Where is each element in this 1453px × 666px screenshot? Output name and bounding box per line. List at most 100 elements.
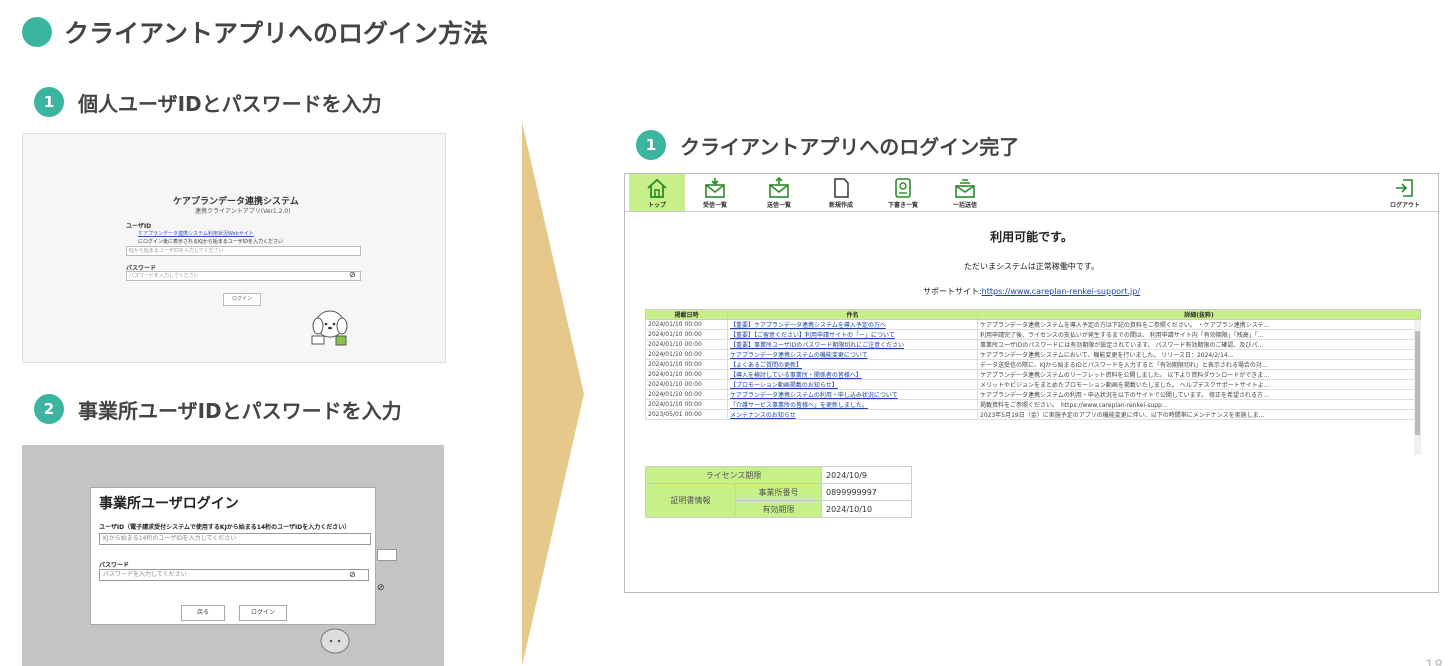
back-button[interactable]: 戻る [181,605,225,621]
userid-label: ユーザID [126,223,152,230]
news-subject-link[interactable]: 【重要】【ご留意ください】利用申請サイトの「ー」について [727,329,978,340]
license-table: ライセンス期限 2024/10/9 証明書情報 事業所番号 0899999997… [645,466,912,518]
toolbar-drafts-button[interactable]: 下書き一覧 [875,174,931,211]
toolbar-inbox-button[interactable]: 受信一覧 [687,174,743,211]
bulk-send-icon [955,179,975,198]
news-table: 掲載日時 件名 詳細(抜粋) 2024/01/10 00:00 【重要】ケアプラン… [645,309,1421,420]
office-login-screenshot: ⊘ 事業所ユーザログイン ユーザID（電子請求受付システムで使用するKJから始ま… [22,445,444,666]
userid-note: にログイン後に表示されるKJから始まるユーザIDを入力ください [138,239,283,245]
toolbar-label: ログアウト [1389,202,1420,209]
page-title-row: クライアントアプリへのログイン方法 [22,14,488,50]
news-row: 2024/01/10 00:00 【重要】【ご留意ください】利用申請サイトの「ー」… [645,329,1421,340]
news-detail: 掲載資料をご参照ください。 https://www.careplan-renke… [977,399,1421,410]
news-subject-link[interactable]: 【重要】ケアプランデータ連携システムを導入予定の方へ [727,319,978,330]
expiry-value: 2024/10/10 [821,500,912,518]
toolbar-label: 送信一覧 [766,202,791,209]
news-detail: メリットやビジョンをまとめたプロモーション動画を掲載いたしました。 ヘルプデスク… [977,379,1421,390]
step-text: クライアントアプリへのログイン完了 [680,134,1020,159]
license-row: ライセンス期限 2024/10/9 [645,466,912,484]
news-row: 2024/01/10 00:00 【重要】ケアプランデータ連携システムを導入予定の… [645,319,1421,330]
news-date: 2024/01/10 00:00 [645,399,728,410]
toolbar-label: 新規作成 [828,202,853,209]
news-date: 2024/01/10 00:00 [645,339,728,350]
toolbar-label: 受信一覧 [702,202,727,209]
news-subject-link[interactable]: 【重要】事業所ユーザIDのパスワード期限切れにご注意ください [727,339,978,350]
toolbar-new-button[interactable]: 新規作成 [813,174,869,211]
step-text: 事業所ユーザIDとパスワードを入力 [78,398,402,423]
news-row: 2023/05/01 00:00 メンテナンスのお知らせ 2023年5月19日（金）… [645,409,1421,420]
step-number: 2 [34,394,64,424]
column-header: 件名 [727,309,978,320]
license-label: ライセンス期限 [645,466,822,484]
userid-input[interactable]: KJから始まる14桁のユーザIDを入力してください [99,533,371,545]
news-detail: データ送受信の際に、KJから始まるIDとパスワードを入力すると「有効期限切れ」と… [977,359,1421,370]
new-document-icon [834,178,849,198]
mascot-dog-icon [320,628,350,654]
toolbar-top-button[interactable]: トップ [629,174,685,211]
news-row: 2024/01/10 00:00 【重要】事業所ユーザIDのパスワード期限切れにご… [645,339,1421,350]
inbox-icon [705,178,725,198]
column-header: 掲載日時 [645,309,728,320]
news-detail: 2023年5月19日（金）に実施予定のアプリの機能変更に伴い、以下の時間帯にメン… [977,409,1421,420]
toolbar-label: トップ [647,202,666,209]
news-detail: ケアプランデータ連携システムのリーフレット資料を公開しました。 以下より資料ダウ… [977,369,1421,380]
password-input[interactable]: パスワードを入力してください [126,271,361,281]
news-row: 2024/01/10 00:00 【よくあるご質問の更新】 データ送受信の際に、KJ… [645,359,1421,370]
sent-icon [769,177,789,198]
login-button[interactable]: ログイン [239,605,287,621]
news-detail: ケアプランデータ連携システムを導入予定の方は下記の資料をご参照ください。 ・ケア… [977,319,1421,330]
step-number: 1 [34,87,64,117]
support-link[interactable]: https://www.careplan-renkei-support.jp/ [982,287,1140,296]
toolbar-label: 下書き一覧 [887,202,918,209]
drafts-icon [895,178,911,198]
step-number: 1 [636,130,666,160]
step-1: 1 個人ユーザIDとパスワードを入力 [34,87,382,117]
office-label: 事業所番号 [735,483,822,501]
news-date: 2024/01/10 00:00 [645,379,728,390]
news-subject-link[interactable]: ケアプランデータ連携システムの機能変更について [727,349,978,360]
scrollbar-thumb[interactable] [1415,331,1420,435]
eye-slash-icon[interactable]: ⊘ [349,270,356,279]
password-input[interactable]: パスワードを入力してください [99,569,369,581]
support-label: サポートサイト: [922,287,982,296]
step-2: 2 事業所ユーザIDとパスワードを入力 [34,394,402,424]
client-app-screenshot: トップ 受信一覧 送信一覧 新規作成 下書き一覧 一括送信 ログアウト 利用可能… [624,173,1439,593]
news-scrollbar[interactable] [1414,320,1421,455]
toolbar-bulk-send-button[interactable]: 一括送信 [937,174,993,211]
cert-label: 証明書情報 [645,483,736,518]
news-subject-link[interactable]: メンテナンスのお知らせ [727,409,978,420]
personal-login-screenshot: ケアプランデータ連携システム 連携クライアントアプリ(Ver1.2.0) ユーザ… [22,133,446,363]
toolbar-sent-button[interactable]: 送信一覧 [751,174,807,211]
news-header-row: 掲載日時 件名 詳細(抜粋) [645,309,1421,320]
mascot-dog-icon [311,310,348,346]
news-detail: ケアプランデータ連携システムにおいて、機能変更を行いました。 リリース日：202… [977,349,1421,360]
page-title: クライアントアプリへのログイン方法 [64,19,489,48]
title-bullet [22,17,52,47]
news-subject-link[interactable]: 【プロモーション動画掲載のお知らせ】 [727,379,978,390]
news-detail: ケアプランデータ連携システムの利用・申込状況を以下のサイトで公開しています。 修… [977,389,1421,400]
office-row: 証明書情報 事業所番号 0899999997 [645,483,912,518]
eye-slash-icon[interactable]: ⊘ [349,570,356,579]
expiry-label: 有効期限 [735,500,822,518]
app-version: 連携クライアントアプリ(Ver1.2.0) [195,208,291,215]
news-row: 2024/01/10 00:00 ケアプランデータ連携システムの機能変更についてケ… [645,349,1421,360]
status-message: ただいまシステムは正常稼働中です。 [964,262,1099,271]
password-label: パスワード [99,562,130,569]
userid-input[interactable]: KJから始まるユーザIDを入力してください [126,246,361,256]
news-date: 2023/05/01 00:00 [645,409,728,420]
eye-slash-icon: ⊘ [377,583,385,593]
news-detail: 事業所ユーザIDのパスワードには有効期限が設定されています。 パスワード有効期限… [977,339,1421,350]
news-subject-link[interactable]: 【よくあるご質問の更新】 [727,359,978,370]
news-date: 2024/01/10 00:00 [645,349,728,360]
news-subject-link[interactable]: 「介護サービス事業所の皆様へ」を更新しました。 [727,399,978,410]
toolbar-label: 一括送信 [952,202,977,209]
news-subject-link[interactable]: ケアプランデータ連携システムの利用・申し込み状況について [727,389,978,400]
office-login-dialog: 事業所ユーザログイン ユーザID（電子請求受付システムで使用するKJから始まる1… [90,487,376,625]
step-text: 個人ユーザIDとパスワードを入力 [78,91,382,116]
usage-site-link[interactable]: ケアプランデータ連携システム利用状況Webサイト [138,230,254,237]
page-number: 18 [1425,658,1443,666]
login-button[interactable]: ログイン [223,293,261,306]
news-subject-link[interactable]: 【導入を検討している事業所・関係者の皆様へ】 [727,369,978,380]
toolbar-logout-button[interactable]: ログアウト [1377,174,1433,211]
news-date: 2024/01/10 00:00 [645,359,728,370]
